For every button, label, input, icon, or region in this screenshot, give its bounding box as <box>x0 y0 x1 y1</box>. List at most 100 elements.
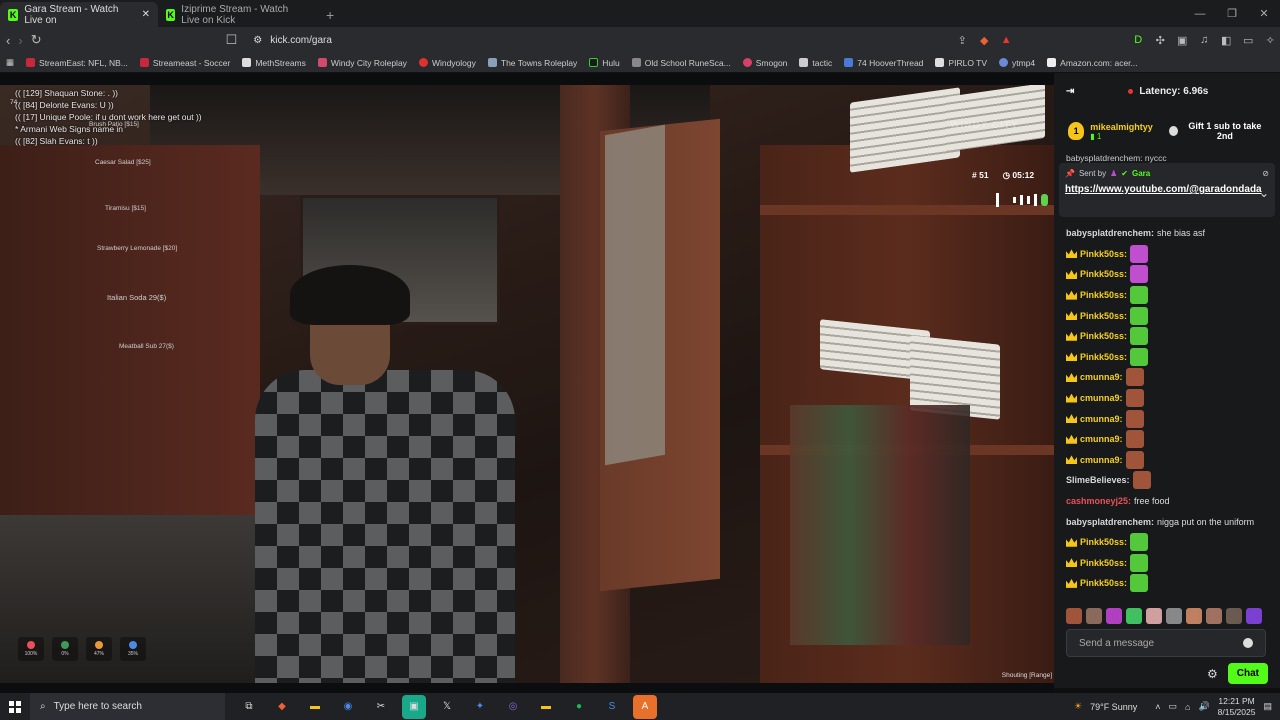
emote-icon[interactable] <box>1146 608 1162 624</box>
url-field[interactable]: ⚙ kick.com/gara <box>245 29 945 51</box>
bookmark-item[interactable]: The Towns Roleplay <box>487 58 577 68</box>
chat-username[interactable]: Pinkk50ss: <box>1080 558 1127 568</box>
bookmark-item[interactable]: Old School RuneSca... <box>631 58 731 68</box>
gift-leaderboard[interactable]: 1 mikealmightyy ▮ 1 Gift 1 sub to take 2… <box>1054 109 1280 153</box>
wallet-icon[interactable]: ▭ <box>1239 34 1257 47</box>
bookmark-item[interactable]: StreamEast: NFL, NB... <box>26 58 128 68</box>
kick-app-icon[interactable]: ▣ <box>402 694 426 719</box>
task-view-icon[interactable]: ⧉ <box>237 695 261 719</box>
chat-username[interactable]: Pinkk50ss: <box>1080 578 1127 588</box>
volume-icon[interactable]: 🔊 <box>1198 701 1209 712</box>
chat-username[interactable]: Pinkk50ss: <box>1080 249 1127 259</box>
spotify-icon[interactable]: ● <box>567 695 591 719</box>
close-icon[interactable]: ✕ <box>142 9 150 20</box>
tray-chevron-icon[interactable]: ˄ <box>1155 702 1160 712</box>
extension-icon[interactable]: ▣ <box>1173 34 1191 47</box>
emote-icon[interactable] <box>1226 608 1242 624</box>
gifter-info: mikealmightyy ▮ 1 <box>1090 122 1153 141</box>
capcut-icon[interactable]: ✂ <box>369 695 393 719</box>
chat-username[interactable]: cmunna9: <box>1080 455 1123 465</box>
stream-video[interactable]: WINDY CITY (( [129] Shaquan Stone: . )) … <box>0 85 1054 683</box>
weather-label[interactable]: 79°F Sunny <box>1090 702 1137 712</box>
emote-icon[interactable] <box>1066 608 1082 624</box>
emote-icon[interactable] <box>1086 608 1102 624</box>
brave-browser-icon[interactable]: ◆ <box>270 695 294 719</box>
share-icon[interactable]: ⇪ <box>953 34 971 47</box>
apps-icon[interactable]: ▦ <box>6 57 14 68</box>
puzzle-icon[interactable]: ✣ <box>1151 34 1169 47</box>
taskbar-search[interactable]: ⌕ Type here to search <box>30 693 225 720</box>
chat-username[interactable]: Pinkk50ss: <box>1080 352 1127 362</box>
bookmark-item[interactable]: Streameast - Soccer <box>139 58 230 68</box>
restore-icon[interactable]: ❐ <box>1216 0 1248 27</box>
chat-username[interactable]: Pinkk50ss: <box>1080 331 1127 341</box>
send-chat-button[interactable]: Chat <box>1227 663 1268 684</box>
emote-icon[interactable] <box>1126 608 1142 624</box>
chat-username[interactable]: Pinkk50ss: <box>1080 537 1127 547</box>
chat-input[interactable]: Send a message <box>1066 629 1266 657</box>
emote-icon[interactable] <box>1206 608 1222 624</box>
tab-iziprime[interactable]: K Iziprime Stream - Watch Live on Kick <box>158 2 316 27</box>
minimize-icon[interactable]: — <box>1184 0 1216 27</box>
bookmark-item[interactable]: Amazon.com: acer... <box>1047 58 1138 68</box>
extension-d-icon[interactable]: D <box>1129 34 1147 47</box>
game-app-icon[interactable]: ▬ <box>534 695 558 719</box>
chat-username[interactable]: cmunna9: <box>1080 434 1123 444</box>
pinned-link[interactable]: https://www.youtube.com/@garadondada <box>1065 184 1262 196</box>
collapse-chat-icon[interactable]: ⇥ <box>1066 86 1074 97</box>
bookmark-item[interactable]: MethStreams <box>242 58 306 68</box>
tab-gara[interactable]: K Gara Stream - Watch Live on ✕ <box>0 2 158 27</box>
back-icon[interactable]: ‹ <box>6 30 10 50</box>
unpin-icon[interactable]: ⊘ <box>1262 169 1269 178</box>
bookmark-item[interactable]: Hulu <box>589 58 620 68</box>
pinned-message[interactable]: 📌 Sent by ♟ ✔ Gara ⊘ https://www.youtube… <box>1059 163 1275 217</box>
bookmark-icon[interactable]: ☐ <box>226 30 238 50</box>
chat-username[interactable]: cmunna9: <box>1080 414 1123 424</box>
emote-icon[interactable] <box>1106 608 1122 624</box>
bookmark-item[interactable]: Smogon <box>742 58 787 68</box>
app-icon[interactable]: ✦ <box>468 695 492 719</box>
tray-app-icon[interactable]: ▭ <box>1168 701 1177 712</box>
site-info-icon[interactable]: ⚙ <box>253 35 262 46</box>
emote-icon[interactable] <box>1166 608 1182 624</box>
chat-username[interactable]: babysplatdrenchem: <box>1066 517 1154 527</box>
bookmark-item[interactable]: tactic <box>799 58 832 68</box>
rewards-icon[interactable]: ▲ <box>997 34 1015 47</box>
leo-icon[interactable]: ✧ <box>1261 34 1279 47</box>
reload-icon[interactable]: ↻ <box>31 30 42 50</box>
chrome-icon[interactable]: ◉ <box>336 695 360 719</box>
bookmark-item[interactable]: PIRLO TV <box>935 58 987 68</box>
chat-username[interactable]: babysplatdrenchem: <box>1066 228 1154 238</box>
chat-username[interactable]: cmunna9: <box>1080 372 1123 382</box>
skype-icon[interactable]: S <box>600 695 624 719</box>
emote-icon[interactable] <box>1186 608 1202 624</box>
emoji-icon[interactable] <box>1243 638 1253 648</box>
bookmark-item[interactable]: Windy City Roleplay <box>317 58 407 68</box>
chat-username[interactable]: Pinkk50ss: <box>1080 290 1127 300</box>
network-icon[interactable]: ⌂ <box>1185 702 1190 712</box>
file-explorer-icon[interactable]: ▬ <box>303 695 327 719</box>
settings-gear-icon[interactable]: ⚙ <box>1207 667 1218 681</box>
chat-username[interactable]: SlimeBelieves: <box>1066 475 1130 485</box>
chat-username[interactable]: Pinkk50ss: <box>1080 269 1127 279</box>
taskbar-clock[interactable]: 12:21 PM 8/15/2025 <box>1218 696 1256 718</box>
discord-icon[interactable]: ◎ <box>501 695 525 719</box>
chat-username[interactable]: Pinkk50ss: <box>1080 311 1127 321</box>
new-tab-button[interactable]: + <box>316 2 344 27</box>
start-button[interactable] <box>0 700 30 713</box>
emote-icon[interactable] <box>1246 608 1262 624</box>
bookmark-item[interactable]: Windyology <box>418 58 476 68</box>
media-icon[interactable]: ♫ <box>1195 34 1213 47</box>
chevron-down-icon[interactable]: ⌄ <box>1259 186 1269 200</box>
close-window-icon[interactable]: ✕ <box>1248 0 1280 27</box>
bookmark-item[interactable]: ytmp4 <box>999 58 1035 68</box>
sidebar-icon[interactable]: ◧ <box>1217 34 1235 47</box>
brave-shield-icon[interactable]: ◆ <box>975 34 993 47</box>
chat-username[interactable]: cashmoneyj25: <box>1066 496 1131 506</box>
x-app-icon[interactable]: 𝕏 <box>435 695 459 719</box>
chat-username[interactable]: cmunna9: <box>1080 393 1123 403</box>
app-a-icon[interactable]: A <box>633 694 657 719</box>
notification-icon[interactable]: ▤ <box>1263 701 1272 712</box>
forward-icon[interactable]: › <box>18 30 22 50</box>
bookmark-item[interactable]: 74 HooverThread <box>844 58 923 68</box>
